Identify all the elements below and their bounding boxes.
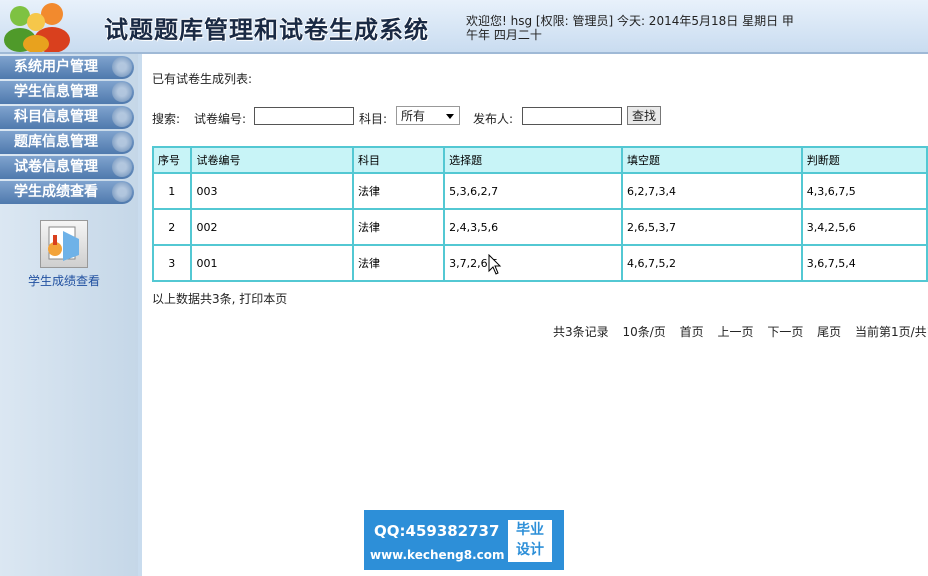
sidebar-item-students[interactable]: 学生信息管理 (0, 81, 134, 104)
pager-first-link[interactable]: 首页 (680, 325, 704, 339)
gear-icon (112, 182, 132, 202)
col-header-subject: 科目 (352, 146, 446, 174)
search-bar: 搜索: 试卷编号: 科目: 所有 发布人: 查找 (152, 106, 928, 130)
table-row[interactable]: 1 003 法律 5,3,6,2,7 6,2,7,3,4 4,3,6,7,5 (151, 172, 928, 210)
sidebar: 系统用户管理 学生信息管理 科目信息管理 题库信息管理 试卷信息管理 学生成绩查… (0, 54, 142, 576)
cell-paper-no: 003 (190, 172, 355, 210)
sidebar-item-papers[interactable]: 试卷信息管理 (0, 156, 134, 179)
sidebar-item-label: 题库信息管理 (14, 134, 98, 150)
welcome-line-1: 欢迎您! hsg [权限: 管理员] 今天: 2014年5月18日 星期日 甲 (466, 14, 794, 28)
paper-no-input[interactable] (254, 107, 354, 125)
cell-judge: 3,6,7,5,4 (800, 244, 928, 282)
search-label: 搜索: (152, 112, 181, 126)
pager-current: 当前第1页/共1页 (855, 325, 928, 339)
cell-index: 2 (151, 208, 193, 246)
sidebar-item-label: 学生信息管理 (14, 84, 98, 100)
pagination: 共3条记录 10条/页 首页 上一页 下一页 尾页 当前第1页/共1页 (553, 323, 928, 340)
sidebar-item-question-bank[interactable]: 题库信息管理 (0, 131, 134, 154)
sidebar-item-label: 试卷信息管理 (14, 159, 98, 175)
cell-judge: 4,3,6,7,5 (800, 172, 928, 210)
welcome-info: 欢迎您! hsg [权限: 管理员] 今天: 2014年5月18日 星期日 甲 … (466, 14, 826, 42)
welcome-line-2: 午年 四月二十 (466, 28, 542, 42)
watermark-qq: QQ:459382737 (374, 522, 500, 540)
col-header-index: 序号 (151, 146, 193, 174)
watermark-tag-line-2: 设计 (516, 542, 544, 558)
pager-last-link[interactable]: 尾页 (817, 325, 841, 339)
cell-paper-no: 002 (190, 208, 355, 246)
col-header-fill: 填空题 (620, 146, 803, 174)
subject-select[interactable]: 所有 (396, 106, 460, 125)
gear-icon (112, 107, 132, 127)
table-row[interactable]: 2 002 法律 2,4,3,5,6 2,6,5,3,7 3,4,2,5,6 (151, 208, 928, 246)
cell-subject: 法律 (352, 244, 446, 282)
table-header-row: 序号 试卷编号 科目 选择题 填空题 判断题 (151, 146, 928, 174)
col-header-choice: 选择题 (443, 146, 623, 174)
users-logo-icon (4, 3, 70, 52)
pager-prev-link[interactable]: 上一页 (717, 325, 753, 339)
gear-icon (112, 57, 132, 77)
subject-selected-value: 所有 (401, 109, 426, 123)
cell-paper-no: 001 (190, 244, 355, 282)
col-header-judge: 判断题 (800, 146, 928, 174)
mouse-cursor-icon (488, 254, 502, 275)
publisher-label: 发布人: (473, 112, 514, 126)
pager-per-page: 10条/页 (622, 325, 666, 339)
score-report-icon (40, 220, 88, 268)
search-button[interactable]: 查找 (627, 106, 661, 125)
cell-subject: 法律 (352, 208, 446, 246)
sidebar-item-label: 学生成绩查看 (14, 184, 98, 200)
header-bar: 试题题库管理和试卷生成系统 欢迎您! hsg [权限: 管理员] 今天: 201… (0, 0, 928, 54)
chevron-down-icon (446, 114, 454, 119)
sidebar-item-label: 科目信息管理 (14, 109, 98, 125)
cell-index: 1 (151, 172, 193, 210)
pager-next-link[interactable]: 下一页 (767, 325, 803, 339)
cell-fill: 4,6,7,5,2 (620, 244, 803, 282)
paper-table: 序号 试卷编号 科目 选择题 填空题 判断题 1 003 法律 5,3,6,2,… (151, 146, 928, 282)
pager-total: 共3条记录 (553, 325, 609, 339)
page-title: 已有试卷生成列表: (152, 72, 253, 86)
sidebar-item-scores[interactable]: 学生成绩查看 (0, 181, 134, 204)
cell-index: 3 (151, 244, 193, 282)
table-row[interactable]: 3 001 法律 3,7,2,6,5 4,6,7,5,2 3,6,7,5,4 (151, 244, 928, 282)
summary-print-link[interactable]: 以上数据共3条, 打印本页 (152, 290, 287, 307)
cell-fill: 2,6,5,3,7 (620, 208, 803, 246)
cell-subject: 法律 (352, 172, 446, 210)
gear-icon (112, 157, 132, 177)
gear-icon (112, 132, 132, 152)
publisher-input[interactable] (522, 107, 622, 125)
col-header-paper-no: 试卷编号 (190, 146, 355, 174)
quick-link-scores[interactable]: 学生成绩查看 (24, 220, 104, 289)
cell-choice: 2,4,3,5,6 (443, 208, 623, 246)
system-title: 试题题库管理和试卷生成系统 (104, 15, 429, 44)
cell-judge: 3,4,2,5,6 (800, 208, 928, 246)
sidebar-item-subjects[interactable]: 科目信息管理 (0, 106, 134, 129)
cell-choice: 3,7,2,6,5 (443, 244, 623, 282)
watermark-tag-line-1: 毕业 (516, 522, 544, 538)
watermark-banner: QQ:459382737 www.kecheng8.com 毕业 设计 (364, 510, 564, 570)
cell-choice: 5,3,6,2,7 (443, 172, 623, 210)
watermark-tag: 毕业 设计 (508, 520, 552, 562)
quick-link-label: 学生成绩查看 (27, 274, 100, 288)
watermark-url: www.kecheng8.com (370, 548, 505, 562)
subject-label: 科目: (359, 112, 388, 126)
gear-icon (112, 82, 132, 102)
paper-no-label: 试卷编号: (194, 112, 247, 126)
sidebar-item-system-users[interactable]: 系统用户管理 (0, 56, 134, 79)
sidebar-item-label: 系统用户管理 (14, 59, 98, 75)
cell-fill: 6,2,7,3,4 (620, 172, 803, 210)
